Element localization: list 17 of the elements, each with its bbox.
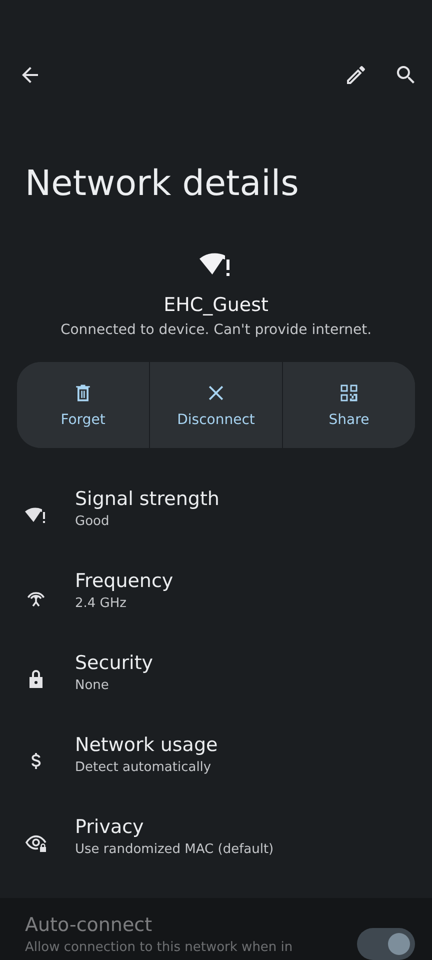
network-name: EHC_Guest: [164, 294, 268, 316]
qr-code-icon: [338, 382, 360, 404]
detail-title: Frequency: [75, 570, 174, 592]
page-title: Network details: [24, 164, 300, 204]
detail-value: Detect automatically: [75, 760, 212, 774]
detail-value: Use randomized MAC (default): [75, 842, 274, 856]
detail-title: Signal strength: [75, 488, 220, 510]
detail-value: 2.4 GHz: [75, 596, 128, 610]
detail-title: Network usage: [75, 734, 218, 756]
detail-value: Good: [75, 514, 110, 528]
detail-title: Privacy: [75, 816, 145, 838]
connection-status: Connected to device. Can't provide internet.: [60, 322, 372, 338]
setting-description: Allow connection to this network when in: [25, 940, 294, 955]
detail-value: None: [75, 678, 110, 692]
action-button[interactable]: Share: [282, 362, 415, 448]
setting-title: Auto-connect: [25, 914, 154, 936]
detail-title: Security: [75, 652, 154, 674]
